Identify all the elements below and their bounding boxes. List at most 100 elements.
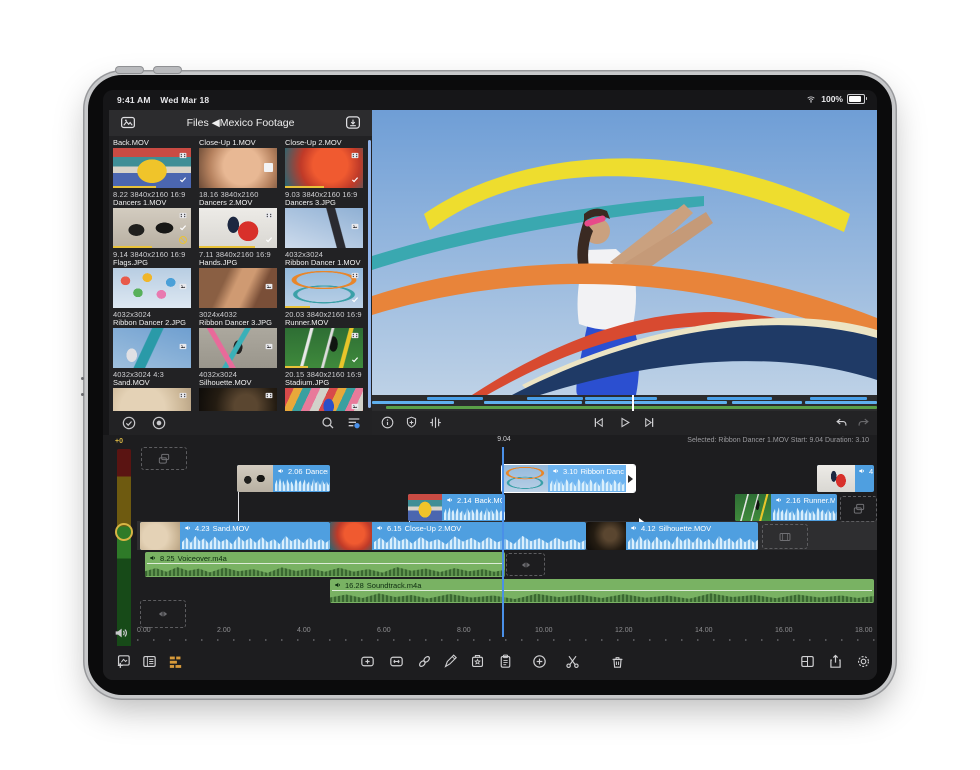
thumbnail[interactable]: [199, 328, 277, 368]
thumbnail[interactable]: [285, 328, 363, 368]
volume-button: [116, 67, 143, 73]
library-item[interactable]: Sand.MOV: [113, 378, 193, 412]
timeline-overview[interactable]: [372, 395, 877, 411]
thumbnail[interactable]: [285, 148, 363, 188]
play-icon[interactable]: [617, 415, 632, 430]
add-circle-icon[interactable]: [531, 653, 548, 670]
add-media-icon[interactable]: [115, 653, 132, 670]
gain-knob[interactable]: [115, 523, 133, 541]
layers-placeholder[interactable]: [141, 447, 187, 470]
library-item[interactable]: Silhouette.MOV: [199, 378, 279, 412]
settings-gear-icon[interactable]: [855, 653, 872, 670]
audio-placeholder[interactable]: [506, 553, 545, 576]
library-item[interactable]: Back.MOV 8.22 3840x2160 16:9: [113, 138, 193, 200]
status-bar: 9:41 AM Wed Mar 18 100%: [103, 90, 877, 110]
thumbnail[interactable]: [113, 208, 191, 248]
timeline-ruler[interactable]: 0.00 2.00 4.00 6.00 8.00 10.00 12.00 14.…: [137, 623, 877, 645]
library-item[interactable]: Stadium.JPG: [285, 378, 365, 412]
library-item[interactable]: Flags.JPG 4032x3024: [113, 258, 193, 320]
clip-dancers1[interactable]: 2.06 Dancers 1: [237, 465, 330, 492]
library-item[interactable]: Ribbon Dancer 3.JPG 4032x3024: [199, 318, 279, 380]
thumbnail[interactable]: [113, 268, 191, 308]
trim-handle[interactable]: [626, 465, 635, 492]
check-icon: [178, 175, 188, 184]
shield-add-icon[interactable]: [404, 415, 419, 430]
clip-runner[interactable]: 2.16 Runner.MO: [735, 494, 837, 521]
thumbnail[interactable]: [113, 148, 191, 188]
track-options-icon[interactable]: [141, 653, 158, 670]
clock: 9:41 AM: [117, 95, 151, 105]
clip-closeup2[interactable]: 6.15 Close-Up 2.MOV: [330, 522, 586, 550]
skip-forward-icon[interactable]: [642, 415, 657, 430]
skip-back-icon[interactable]: [591, 415, 606, 430]
sort-filter-icon[interactable]: [346, 415, 362, 431]
thumbnail[interactable]: [113, 388, 191, 412]
thumbnail[interactable]: [199, 268, 277, 308]
clip-partial-right[interactable]: 4: [817, 465, 874, 492]
thumbnail[interactable]: [199, 148, 277, 188]
film-badge-icon: [350, 151, 360, 160]
video-preview[interactable]: [372, 110, 877, 395]
scissors-icon[interactable]: [564, 653, 581, 670]
clip-voiceover[interactable]: 8.25 Voiceover.m4a: [145, 552, 505, 577]
clip-silhouette[interactable]: 4.12 Silhouette.MOV: [586, 522, 758, 550]
link-icon[interactable]: [416, 653, 433, 670]
speaker-icon: [184, 524, 192, 532]
thumbnail[interactable]: [285, 268, 363, 308]
photo-badge-icon: [264, 342, 274, 351]
clip-back[interactable]: 2.14 Back.MOV: [408, 494, 505, 521]
library-item[interactable]: Runner.MOV 20.15 3840x2160 16:9: [285, 318, 365, 380]
library-item[interactable]: Dancers 1.MOV 9.14 3840x2160 16:9: [113, 198, 193, 260]
library-item[interactable]: Close-Up 2.MOV 9.03 3840x2160 16:9: [285, 138, 365, 200]
thumbnail[interactable]: [113, 328, 191, 368]
record-icon[interactable]: [151, 415, 167, 431]
photo-library-icon[interactable]: [117, 114, 139, 131]
import-download-icon[interactable]: [342, 114, 364, 131]
redo-icon[interactable]: [856, 415, 871, 430]
overview-playhead[interactable]: [632, 395, 634, 411]
speaker-icon: [552, 467, 560, 475]
library-item[interactable]: Dancers 3.JPG 4032x3024: [285, 198, 365, 260]
volume-icon[interactable]: [113, 625, 129, 641]
trash-icon[interactable]: [609, 653, 626, 670]
trim-icon[interactable]: [428, 415, 443, 430]
library-item[interactable]: Close-Up 1.MOV 18.16 3840x2160: [199, 138, 279, 200]
gain-label: +0: [115, 438, 123, 445]
library-scrollbar[interactable]: [368, 140, 371, 408]
clip-soundtrack[interactable]: 16.28 Soundtrack.m4a: [330, 579, 874, 603]
share-icon[interactable]: [827, 653, 844, 670]
library-item[interactable]: Dancers 2.MOV 7.11 3840x2160 16:9: [199, 198, 279, 260]
film-badge-icon: [178, 391, 188, 400]
page: 9:41 AM Wed Mar 18 100% Files ◀Mexico Fo…: [0, 0, 980, 770]
thumbnail[interactable]: [199, 388, 277, 412]
info-icon[interactable]: [380, 415, 395, 430]
search-icon[interactable]: [320, 415, 336, 431]
undo-icon[interactable]: [834, 415, 849, 430]
layers-placeholder[interactable]: [840, 496, 877, 522]
select-all-icon[interactable]: [121, 415, 137, 431]
effects-star-icon[interactable]: [469, 653, 486, 670]
clip-sand[interactable]: 4.23 Sand.MOV: [140, 522, 330, 550]
thumbnail[interactable]: [285, 388, 363, 412]
project-layout-icon[interactable]: [799, 653, 816, 670]
library-item[interactable]: Ribbon Dancer 1.MOV 20.03 3840x2160 16:9: [285, 258, 365, 320]
overwrite-clip-icon[interactable]: [388, 653, 405, 670]
library-item[interactable]: Hands.JPG 3024x4032: [199, 258, 279, 320]
film-badge-icon: [178, 211, 188, 220]
clipboard-icon[interactable]: [497, 653, 514, 670]
film-badge-icon: [264, 391, 274, 400]
date: Wed Mar 18: [160, 95, 209, 105]
clip-ribbon-dancer-selected[interactable]: 3.10 Ribbon Dancer 1.M: [502, 465, 635, 492]
speaker-icon: [858, 467, 866, 475]
speaker-icon: [376, 524, 384, 532]
timeline-layout-icon[interactable]: [167, 653, 184, 670]
thumbnail[interactable]: [285, 208, 363, 248]
film-placeholder[interactable]: [762, 524, 808, 549]
insert-clip-icon[interactable]: [359, 653, 376, 670]
pen-icon[interactable]: [442, 653, 459, 670]
library-toolbar: [109, 411, 372, 435]
library-item[interactable]: Ribbon Dancer 2.JPG 4032x3024 4:3: [113, 318, 193, 380]
photo-badge-icon: [178, 282, 188, 291]
timeline-playhead[interactable]: [502, 447, 504, 637]
thumbnail[interactable]: [199, 208, 277, 248]
